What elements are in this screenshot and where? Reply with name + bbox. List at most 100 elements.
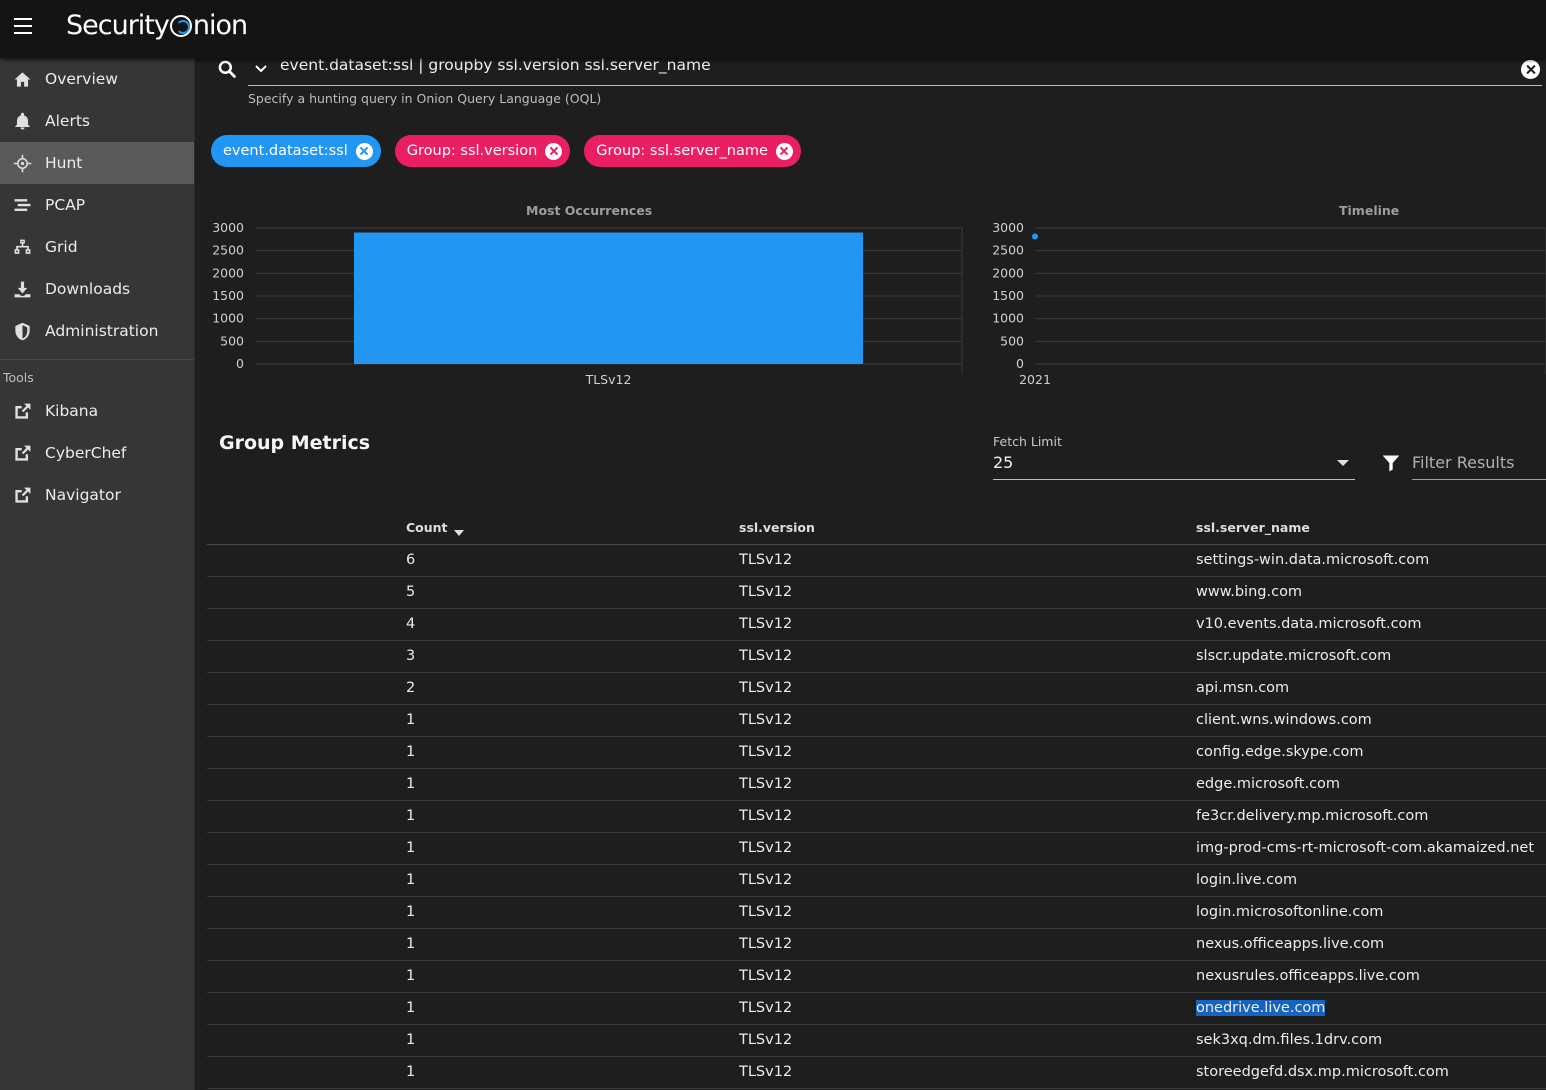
- ssl-version-cell[interactable]: TLSv12: [739, 968, 792, 984]
- ssl-version-cell[interactable]: TLSv12: [739, 904, 792, 920]
- ssl-version-cell[interactable]: TLSv12: [739, 1000, 792, 1016]
- chip-group-ssl-server-name[interactable]: Group: ssl.server_name: [584, 135, 801, 167]
- table-row[interactable]: 1 TLSv12 login.microsoftonline.com: [207, 897, 1546, 929]
- count-cell[interactable]: 6: [406, 552, 415, 568]
- column-header-count[interactable]: Count: [406, 520, 464, 536]
- ssl-server-name-cell[interactable]: api.msn.com: [1196, 680, 1289, 696]
- hamburger-menu-icon[interactable]: [14, 18, 32, 34]
- table-row[interactable]: 2 TLSv12 api.msn.com: [207, 673, 1546, 705]
- column-header-ssl-version[interactable]: ssl.version: [739, 520, 815, 535]
- count-cell[interactable]: 1: [406, 936, 415, 952]
- sidebar-item-grid[interactable]: Grid: [0, 226, 194, 268]
- ssl-server-name-cell[interactable]: www.bing.com: [1196, 584, 1302, 600]
- ssl-version-cell[interactable]: TLSv12: [739, 1032, 792, 1048]
- table-row[interactable]: 1 TLSv12 sek3xq.dm.files.1drv.com: [207, 1025, 1546, 1057]
- query-text-field[interactable]: [280, 56, 1510, 74]
- ssl-version-cell[interactable]: TLSv12: [739, 680, 792, 696]
- ssl-version-cell[interactable]: TLSv12: [739, 1064, 792, 1080]
- search-icon[interactable]: [217, 59, 237, 79]
- ssl-server-name-cell[interactable]: client.wns.windows.com: [1196, 712, 1372, 728]
- ssl-version-cell[interactable]: TLSv12: [739, 616, 792, 632]
- ssl-server-name-cell[interactable]: onedrive.live.com: [1196, 1000, 1326, 1016]
- count-cell[interactable]: 3: [406, 648, 415, 664]
- ssl-version-cell[interactable]: TLSv12: [739, 936, 792, 952]
- table-row[interactable]: 3 TLSv12 slscr.update.microsoft.com: [207, 641, 1546, 673]
- ssl-version-cell[interactable]: TLSv12: [739, 552, 792, 568]
- chevron-down-icon[interactable]: [254, 62, 268, 76]
- table-row[interactable]: 1 TLSv12 nexusrules.officeapps.live.com: [207, 961, 1546, 993]
- table-row[interactable]: 1 TLSv12 onedrive.live.com: [207, 993, 1546, 1025]
- timeline-chart: 0 500 1000 1500 2000 2500 3000 2021: [992, 220, 1546, 387]
- count-cell[interactable]: 1: [406, 808, 415, 824]
- table-row[interactable]: 5 TLSv12 www.bing.com: [207, 577, 1546, 609]
- ssl-server-name-cell-text: fe3cr.delivery.mp.microsoft.com: [1196, 808, 1429, 824]
- ssl-server-name-cell[interactable]: nexus.officeapps.live.com: [1196, 936, 1384, 952]
- count-cell[interactable]: 1: [406, 776, 415, 792]
- sidebar-item-alerts[interactable]: Alerts: [0, 100, 194, 142]
- query-input[interactable]: [248, 54, 1542, 86]
- ssl-version-cell[interactable]: TLSv12: [739, 840, 792, 856]
- count-cell[interactable]: 1: [406, 872, 415, 888]
- ssl-server-name-cell[interactable]: edge.microsoft.com: [1196, 776, 1340, 792]
- ssl-version-cell[interactable]: TLSv12: [739, 776, 792, 792]
- count-cell[interactable]: 1: [406, 904, 415, 920]
- close-icon[interactable]: [775, 142, 793, 160]
- security-onion-logo[interactable]: Security nion: [66, 10, 248, 41]
- table-row[interactable]: 1 TLSv12 client.wns.windows.com: [207, 705, 1546, 737]
- ssl-version-cell[interactable]: TLSv12: [739, 584, 792, 600]
- table-row[interactable]: 1 TLSv12 config.edge.skype.com: [207, 737, 1546, 769]
- sidebar-item-administration[interactable]: Administration: [0, 310, 194, 352]
- sidebar-item-hunt[interactable]: Hunt: [0, 142, 194, 184]
- table-row[interactable]: 1 TLSv12 login.live.com: [207, 865, 1546, 897]
- table-row[interactable]: 6 TLSv12 settings-win.data.microsoft.com: [207, 545, 1546, 577]
- sidebar-item-overview[interactable]: Overview: [0, 58, 194, 100]
- close-icon[interactable]: [545, 142, 563, 160]
- sidebar-item-kibana[interactable]: Kibana: [0, 390, 194, 432]
- group-metrics-title: Group Metrics: [219, 432, 371, 454]
- ssl-version-cell[interactable]: TLSv12: [739, 808, 792, 824]
- sidebar-item-downloads[interactable]: Downloads: [0, 268, 194, 310]
- ssl-version-cell[interactable]: TLSv12: [739, 872, 792, 888]
- count-cell[interactable]: 1: [406, 840, 415, 856]
- count-cell[interactable]: 1: [406, 968, 415, 984]
- ssl-server-name-cell[interactable]: fe3cr.delivery.mp.microsoft.com: [1196, 808, 1428, 824]
- table-row[interactable]: 1 TLSv12 img-prod-cms-rt-microsoft-com.aka…: [207, 833, 1546, 865]
- count-cell[interactable]: 1: [406, 1000, 415, 1016]
- ssl-server-name-cell[interactable]: sek3xq.dm.files.1drv.com: [1196, 1032, 1382, 1048]
- table-row[interactable]: 1 TLSv12 fe3cr.delivery.mp.microsoft.com: [207, 801, 1546, 833]
- count-cell[interactable]: 4: [406, 616, 415, 632]
- ssl-server-name-cell[interactable]: slscr.update.microsoft.com: [1196, 648, 1391, 664]
- filter-results-input[interactable]: [1412, 450, 1546, 480]
- ssl-server-name-cell[interactable]: img-prod-cms-rt-microsoft-com.akamaized.…: [1196, 840, 1534, 856]
- ssl-server-name-cell[interactable]: nexusrules.officeapps.live.com: [1196, 968, 1420, 984]
- count-cell[interactable]: 1: [406, 1032, 415, 1048]
- ssl-server-name-cell[interactable]: storeedgefd.dsx.mp.microsoft.com: [1196, 1064, 1449, 1080]
- table-row[interactable]: 1 TLSv12 nexus.officeapps.live.com: [207, 929, 1546, 961]
- ssl-version-cell[interactable]: TLSv12: [739, 648, 792, 664]
- ssl-server-name-cell[interactable]: settings-win.data.microsoft.com: [1196, 552, 1429, 568]
- close-icon[interactable]: [355, 142, 373, 160]
- chip-group-ssl-version[interactable]: Group: ssl.version: [394, 135, 571, 167]
- ssl-server-name-cell[interactable]: config.edge.skype.com: [1196, 744, 1364, 760]
- ssl-server-name-cell[interactable]: login.microsoftonline.com: [1196, 904, 1383, 920]
- count-cell[interactable]: 1: [406, 744, 415, 760]
- ssl-server-name-cell[interactable]: login.live.com: [1196, 872, 1297, 888]
- count-cell[interactable]: 2: [406, 680, 415, 696]
- table-row[interactable]: 1 TLSv12 edge.microsoft.com: [207, 769, 1546, 801]
- sidebar-item-pcap[interactable]: PCAP: [0, 184, 194, 226]
- sidebar-item-cyberchef[interactable]: CyberChef: [0, 432, 194, 474]
- filter-results-field[interactable]: [1412, 453, 1546, 472]
- count-cell[interactable]: 1: [406, 712, 415, 728]
- count-cell[interactable]: 1: [406, 1064, 415, 1080]
- fetch-limit-select[interactable]: 25: [993, 451, 1355, 480]
- clear-query-icon[interactable]: [1521, 60, 1540, 79]
- table-row[interactable]: 1 TLSv12 storeedgefd.dsx.mp.microsoft.com: [207, 1057, 1546, 1089]
- table-row[interactable]: 4 TLSv12 v10.events.data.microsoft.com: [207, 609, 1546, 641]
- ssl-version-cell[interactable]: TLSv12: [739, 712, 792, 728]
- column-header-ssl-server-name[interactable]: ssl.server_name: [1196, 520, 1310, 535]
- ssl-version-cell[interactable]: TLSv12: [739, 744, 792, 760]
- sidebar-item-navigator[interactable]: Navigator: [0, 474, 194, 516]
- count-cell[interactable]: 5: [406, 584, 415, 600]
- chip-event-dataset[interactable]: event.dataset:ssl: [211, 135, 381, 167]
- ssl-server-name-cell[interactable]: v10.events.data.microsoft.com: [1196, 616, 1422, 632]
